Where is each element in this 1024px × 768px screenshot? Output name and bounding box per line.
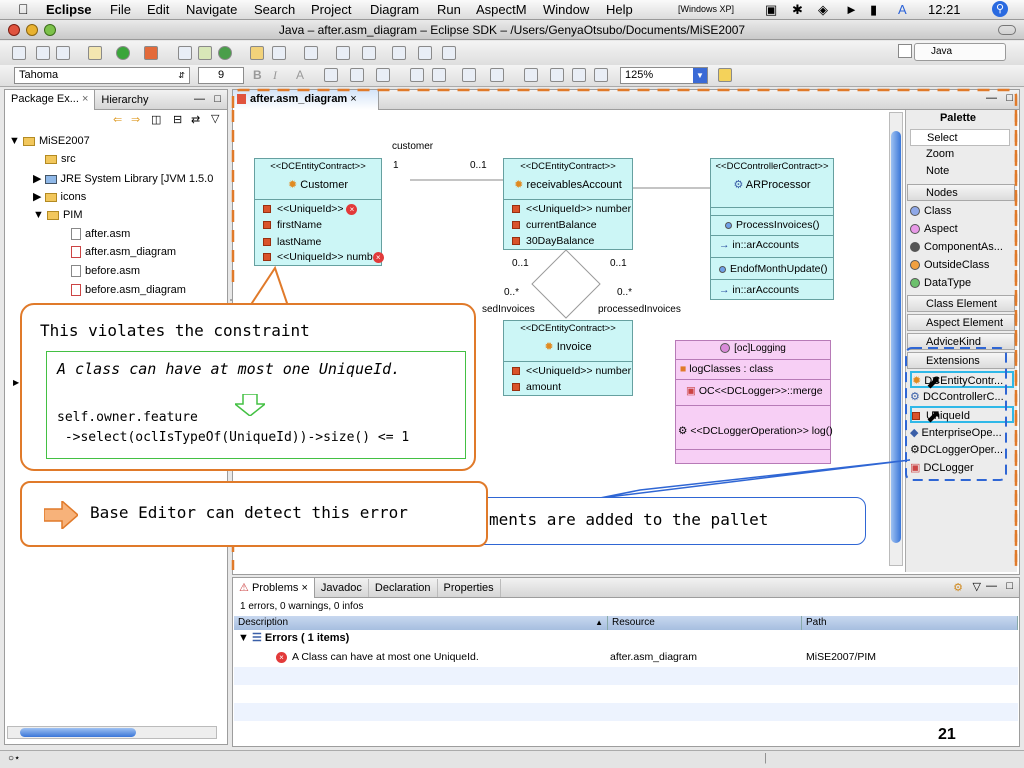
tab-problems[interactable]: ⚠ Problems × (233, 577, 315, 598)
arrow-right-icon (43, 499, 80, 531)
sort-up-icon: ▲ (595, 618, 603, 627)
arrow-down-icon (232, 393, 268, 417)
constraint-box: A class can have at most one UniqueId. s… (46, 351, 466, 459)
tab-properties[interactable]: Properties (438, 578, 501, 597)
tree-icon: ☰ (251, 632, 262, 644)
detect-callout: Base Editor can detect this error (20, 481, 488, 547)
constraint-callout: This violates the constraint A class can… (20, 303, 476, 471)
problems-tabs: ⚠ Problems × Javadoc Declaration Propert… (233, 577, 1019, 598)
problems-group-errors[interactable]: ▼ ☰ Errors ( 1 items) (234, 631, 1018, 649)
problems-summary: 1 errors, 0 warnings, 0 infos (240, 601, 364, 612)
status-icon[interactable]: ○⋆ (8, 753, 20, 764)
ocl-line-1: self.owner.feature (57, 410, 198, 425)
constraint-text: A class can have at most one UniqueId. (57, 360, 401, 378)
tab-label: Javadoc (320, 581, 362, 594)
column-label: Resource (612, 617, 655, 628)
tab-label: Properties (443, 581, 494, 594)
slide-number: 21 (938, 726, 956, 743)
filter-icon[interactable]: ⚙ (953, 581, 963, 594)
tab-label: Problems (251, 581, 299, 594)
column-label: Description (238, 617, 289, 628)
group-label: Errors ( 1 items) (264, 632, 350, 644)
maximize-icon[interactable]: □ (1006, 580, 1013, 592)
column-label: Path (806, 617, 827, 628)
tab-declaration[interactable]: Declaration (369, 578, 438, 597)
view-menu-icon[interactable]: ▽ (973, 580, 981, 593)
detect-callout-text: Base Editor can detect this error (90, 503, 408, 522)
column-header-description[interactable]: Description ▲ (234, 616, 608, 630)
problem-path: MiSE2007/PIM (806, 651, 877, 663)
tab-javadoc[interactable]: Javadoc (315, 578, 369, 597)
ocl-line-2: ->select(oclIsTypeOf(UniqueId))->size() … (57, 430, 410, 445)
problem-resource: after.asm_diagram (610, 651, 697, 663)
problem-description: A Class can have at most one UniqueId. (292, 651, 479, 663)
status-divider: | (764, 752, 767, 764)
problem-row[interactable]: × A Class can have at most one UniqueId.… (234, 649, 1018, 667)
column-header-path[interactable]: Path (802, 616, 1018, 630)
tab-label: Declaration (374, 581, 431, 594)
error-icon: × (276, 652, 287, 663)
pallet-callout-text: ments are added to the pallet (489, 510, 769, 529)
chevron-down-icon[interactable]: ▼ (238, 632, 249, 644)
table-row-empty (234, 703, 1018, 721)
close-icon[interactable]: × (301, 582, 307, 594)
constraint-callout-title: This violates the constraint (40, 321, 310, 340)
problems-icon: ⚠ (239, 581, 249, 594)
pallet-callout: ments are added to the pallet (470, 497, 866, 545)
minimize-icon[interactable]: — (986, 580, 997, 592)
table-row-empty (234, 667, 1018, 685)
column-header-resource[interactable]: Resource (608, 616, 802, 630)
status-bar: ○⋆ | (0, 750, 1024, 768)
